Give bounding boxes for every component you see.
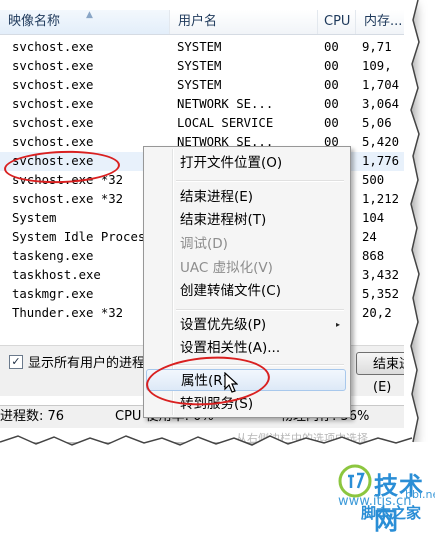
show-all-users-checkbox[interactable]: ✓ xyxy=(9,355,23,369)
menu-item-open-file-location[interactable]: 打开文件位置(O) xyxy=(146,152,346,174)
mouse-cursor-icon xyxy=(224,372,238,393)
table-row[interactable]: svchost.exe SYSTEM 00 9,71 xyxy=(0,38,412,57)
menu-item-label: UAC 虚拟化(V) xyxy=(180,260,273,276)
menu-item-debug: 调试(D) xyxy=(146,233,346,255)
menu-item-label: 创建转储文件(C) xyxy=(180,283,281,299)
column-header-image-name[interactable]: ▲ 映像名称 xyxy=(0,10,170,34)
watermark-logo-icon xyxy=(338,464,372,498)
process-cpu: 00 xyxy=(324,59,339,73)
process-user: SYSTEM xyxy=(177,40,222,54)
menu-separator xyxy=(176,309,344,311)
menu-separator xyxy=(176,180,344,182)
process-cpu: 00 xyxy=(324,97,339,111)
process-cpu: 00 xyxy=(324,78,339,92)
process-cpu: 00 xyxy=(324,116,339,130)
menu-item-set-priority[interactable]: 设置优先级(P) ▸ xyxy=(146,314,346,336)
process-table-header: ▲ 映像名称 用户名 CPU 内存... xyxy=(0,10,412,35)
column-label: 内存... xyxy=(364,14,403,29)
process-name: svchost.exe xyxy=(12,78,94,92)
torn-edge-bottom xyxy=(0,435,413,462)
process-name: svchost.exe xyxy=(12,97,94,111)
menu-item-uac-virtualization: UAC 虚拟化(V) xyxy=(146,257,346,279)
watermark-site-name: 脚本之家 xyxy=(361,504,422,522)
column-label: CPU xyxy=(324,14,351,29)
process-user: NETWORK SE... xyxy=(177,97,274,111)
menu-item-label: 打开文件位置(O) xyxy=(180,155,283,171)
menu-item-label: 设置相关性(A)... xyxy=(180,340,281,356)
submenu-arrow-icon: ▸ xyxy=(335,320,340,329)
menu-item-set-affinity[interactable]: 设置相关性(A)... xyxy=(146,337,346,359)
process-name: svchost.exe xyxy=(12,40,94,54)
column-label: 映像名称 xyxy=(8,14,61,29)
menu-item-label: 结束进程树(T) xyxy=(180,212,267,228)
menu-item-label: 结束进程(E) xyxy=(180,189,254,205)
process-user: SYSTEM xyxy=(177,59,222,73)
process-cpu: 00 xyxy=(324,40,339,54)
table-row[interactable]: svchost.exe LOCAL SERVICE 00 5,06 xyxy=(0,114,412,133)
column-header-cpu[interactable]: CPU xyxy=(318,10,356,34)
menu-item-end-process-tree[interactable]: 结束进程树(T) xyxy=(146,209,346,231)
status-process-count: 进程数: 76 xyxy=(0,409,65,424)
watermark-url-suffix: bbl.net xyxy=(405,488,435,501)
process-user: LOCAL SERVICE xyxy=(177,116,274,130)
table-row[interactable]: svchost.exe SYSTEM 00 109, xyxy=(0,57,412,76)
menu-item-label: 调试(D) xyxy=(180,236,228,252)
table-row[interactable]: svchost.exe NETWORK SE... 00 3,064 xyxy=(0,95,412,114)
process-user: SYSTEM xyxy=(177,78,222,92)
menu-item-end-process[interactable]: 结束进程(E) xyxy=(146,186,346,208)
menu-item-create-dump-file[interactable]: 创建转储文件(C) xyxy=(146,280,346,302)
column-label: 用户名 xyxy=(178,14,218,29)
task-manager-window: ▲ 映像名称 用户名 CPU 内存... svchost.exe SYSTEM 00… xyxy=(0,0,412,442)
sort-ascending-icon: ▲ xyxy=(86,10,93,20)
column-header-user-name[interactable]: 用户名 xyxy=(170,10,318,34)
process-name: svchost.exe xyxy=(12,116,94,130)
process-name: svchost.exe xyxy=(12,59,94,73)
table-row[interactable]: svchost.exe SYSTEM 00 1,704 xyxy=(0,76,412,95)
menu-item-label: 设置优先级(P) xyxy=(180,317,267,333)
